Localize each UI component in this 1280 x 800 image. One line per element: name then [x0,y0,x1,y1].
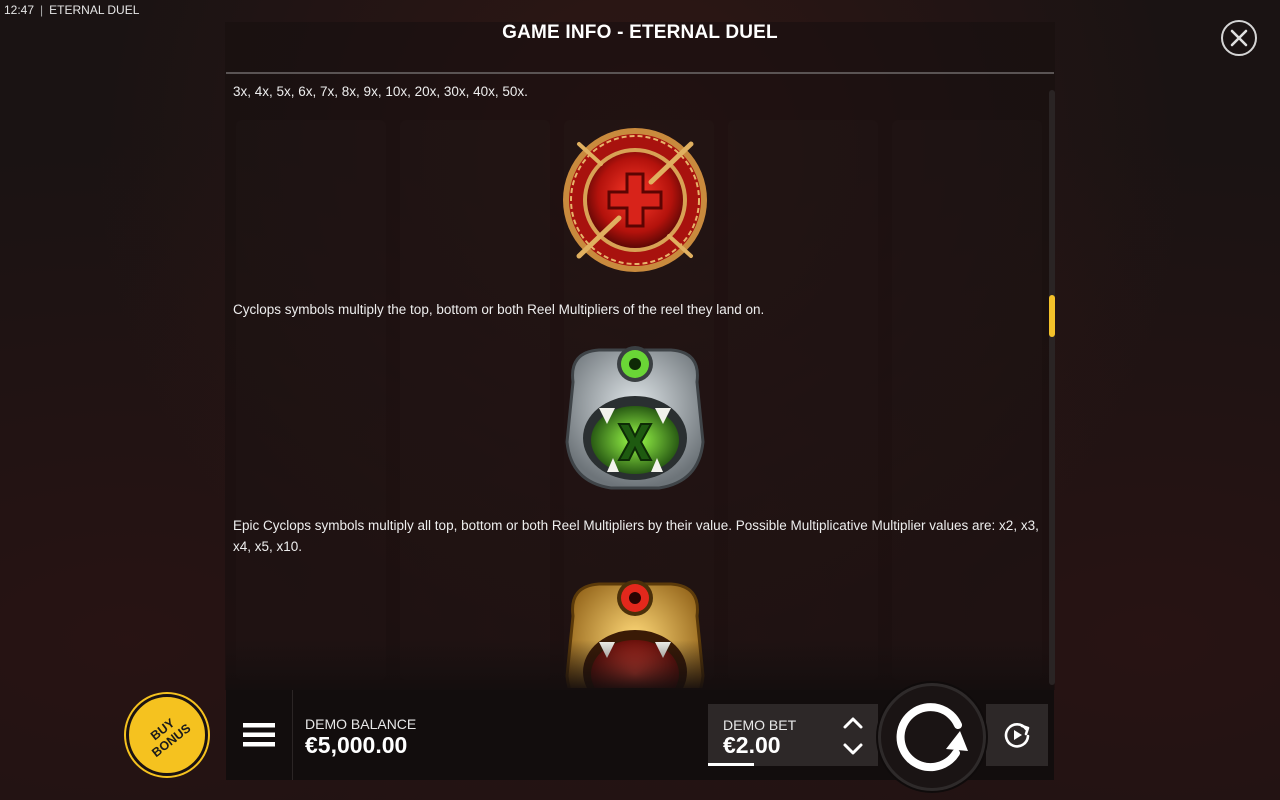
bet-adjust [828,704,878,766]
bet-label: DEMO BET [723,717,797,733]
spin-arrow-icon [896,703,968,772]
bet-underline [708,763,754,766]
balance-label: DEMO BALANCE [305,716,417,732]
scrollbar[interactable] [1049,90,1055,685]
balance-value: €5,000.00 [305,732,408,758]
bet-display[interactable]: DEMO BET €2.00 [708,704,828,766]
autoplay-icon [1004,723,1030,748]
autoplay-button[interactable] [986,704,1048,766]
bet-increase-chevron-up-icon[interactable] [842,712,864,734]
status-time: 12:47 [4,3,35,17]
epic-cyclops-description: Epic Cyclops symbols multiply all top, b… [233,518,1039,554]
title-divider [226,72,1054,74]
cyclops-description: Cyclops symbols multiply the top, bottom… [233,302,765,317]
red-cross-medallion-icon [563,128,707,272]
spin-button[interactable] [878,683,986,791]
buy-bonus-label: BUY BONUS [147,715,194,760]
page-title: GAME INFO - ETERNAL DUEL [502,22,778,43]
menu-button[interactable] [226,690,293,780]
status-app-name: ETERNAL DUEL [49,3,140,17]
hamburger-menu-icon [243,723,275,747]
close-button[interactable] [1221,20,1257,56]
silver-cyclops-icon [565,346,705,490]
close-icon [1230,29,1248,47]
buy-bonus-button[interactable]: BUY BONUS [126,694,208,776]
bet-decrease-chevron-down-icon[interactable] [842,738,864,760]
info-scroll-content[interactable]: 3x, 4x, 5x, 6x, 7x, 8x, 9x, 10x, 20x, 30… [226,74,1046,688]
multiplier-values-text: 3x, 4x, 5x, 6x, 7x, 8x, 9x, 10x, 20x, 30… [233,84,528,99]
system-status-bar: 12:47 | ETERNAL DUEL [4,3,140,17]
scrollbar-thumb[interactable] [1049,295,1055,337]
bet-value: €2.00 [723,732,781,758]
